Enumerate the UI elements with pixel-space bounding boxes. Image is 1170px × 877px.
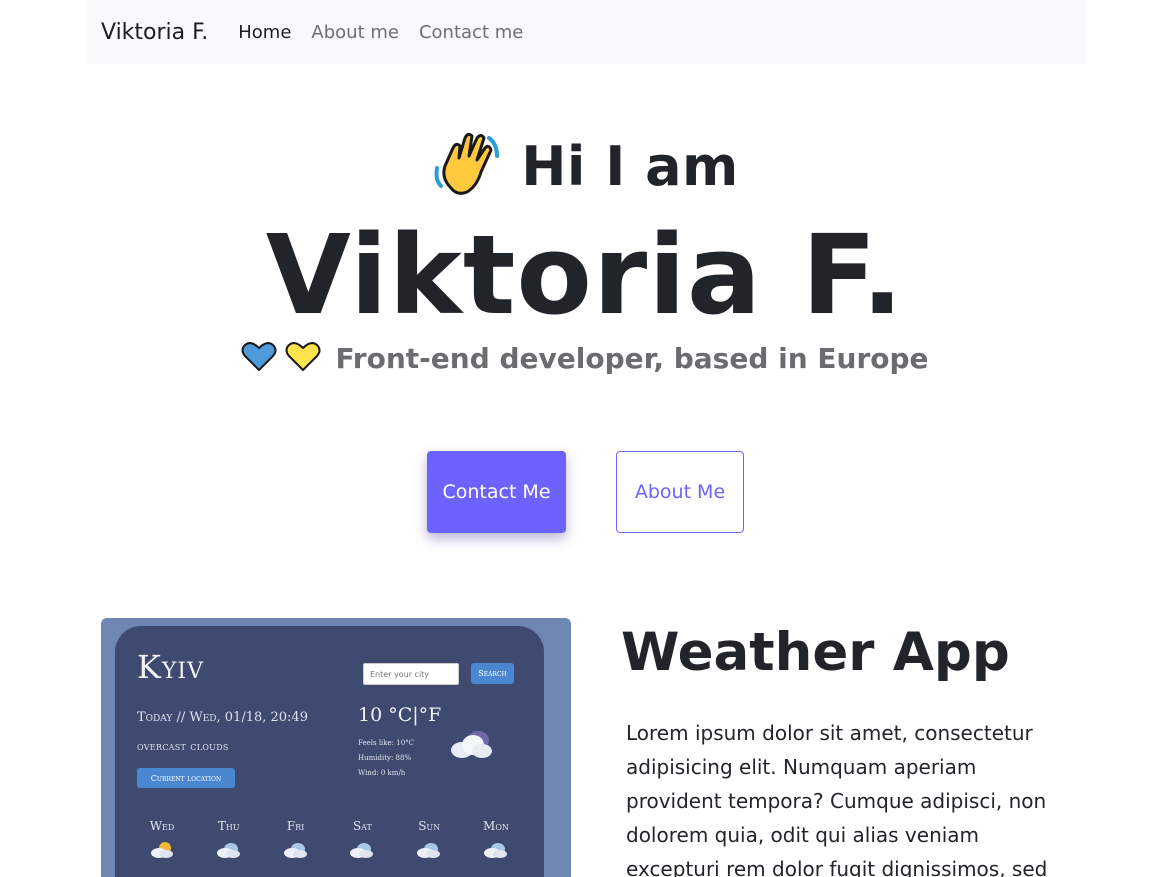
current-location-button[interactable]: Current location xyxy=(137,768,235,788)
overcast-cloud-icon xyxy=(448,726,494,764)
weather-app-card: Kyiv Search Today // Wed, 01/18, 20:49 o… xyxy=(115,626,544,877)
weather-app-preview[interactable]: Kyiv Search Today // Wed, 01/18, 20:49 o… xyxy=(101,618,571,877)
forecast-day-label: Fri xyxy=(286,819,305,833)
forecast-day: Sat xyxy=(329,819,395,862)
forecast-day-label: Mon xyxy=(483,819,509,833)
cloud-icon xyxy=(196,841,262,862)
cloud-icon xyxy=(329,841,395,862)
weather-date: Today // Wed, 01/18, 20:49 xyxy=(137,710,308,725)
project-description: Lorem ipsum dolor sit amet, consectetur … xyxy=(626,721,1048,877)
hero-greeting-text: Hi I am xyxy=(521,134,739,198)
navbar-brand[interactable]: Viktoria F. xyxy=(101,20,208,45)
nav-link-contact-me[interactable]: Contact me xyxy=(419,22,523,43)
forecast-day-label: Sat xyxy=(352,819,372,833)
city-search-button[interactable]: Search xyxy=(471,663,514,684)
weather-details: Feels like: 10°C Humidity: 88% Wind: 0 k… xyxy=(358,736,414,781)
forecast-day-label: Thu xyxy=(217,819,240,833)
nav-link-about-me[interactable]: About me xyxy=(311,22,399,43)
forecast-day-label: Wed xyxy=(149,819,175,833)
nav-link-home[interactable]: Home xyxy=(238,22,291,43)
contact-me-button[interactable]: Contact Me xyxy=(427,451,566,533)
cloud-icon xyxy=(263,841,329,862)
project-title: Weather App xyxy=(621,622,1010,683)
hero-subtitle-text: Front-end developer, based in Europe xyxy=(335,341,929,375)
about-me-button[interactable]: About Me xyxy=(616,451,744,533)
waving-hand-icon xyxy=(431,128,501,204)
hero-subtitle: Front-end developer, based in Europe xyxy=(0,340,1170,376)
city-search-input[interactable] xyxy=(363,663,459,685)
blue-heart-icon xyxy=(241,340,277,376)
yellow-heart-icon xyxy=(285,340,321,376)
weather-city: Kyiv xyxy=(137,648,205,686)
weather-feels-like: Feels like: 10°C xyxy=(358,739,415,747)
forecast-day: Fri xyxy=(263,819,329,862)
forecast-day: Sun xyxy=(396,819,462,862)
weather-condition: overcast clouds xyxy=(137,739,229,753)
forecast-day-label: Sun xyxy=(418,819,441,833)
cloud-icon xyxy=(396,841,462,862)
navbar: Viktoria F. Home About me Contact me xyxy=(86,0,1086,64)
forecast-day: Thu xyxy=(196,819,262,862)
weather-wind: Wind: 0 km/h xyxy=(358,769,406,777)
forecast-day: Mon xyxy=(463,819,529,862)
sun-cloud-icon xyxy=(129,841,195,862)
weather-forecast: Wed Thu Fri Sat Sun Mon xyxy=(129,819,529,862)
forecast-day: Wed xyxy=(129,819,195,862)
hero-name: Viktoria F. xyxy=(265,211,905,339)
weather-temperature: 10 °C|°F xyxy=(358,704,442,726)
hero-greeting: Hi I am xyxy=(0,128,1170,204)
cloud-icon xyxy=(463,841,529,862)
weather-humidity: Humidity: 88% xyxy=(358,754,412,762)
